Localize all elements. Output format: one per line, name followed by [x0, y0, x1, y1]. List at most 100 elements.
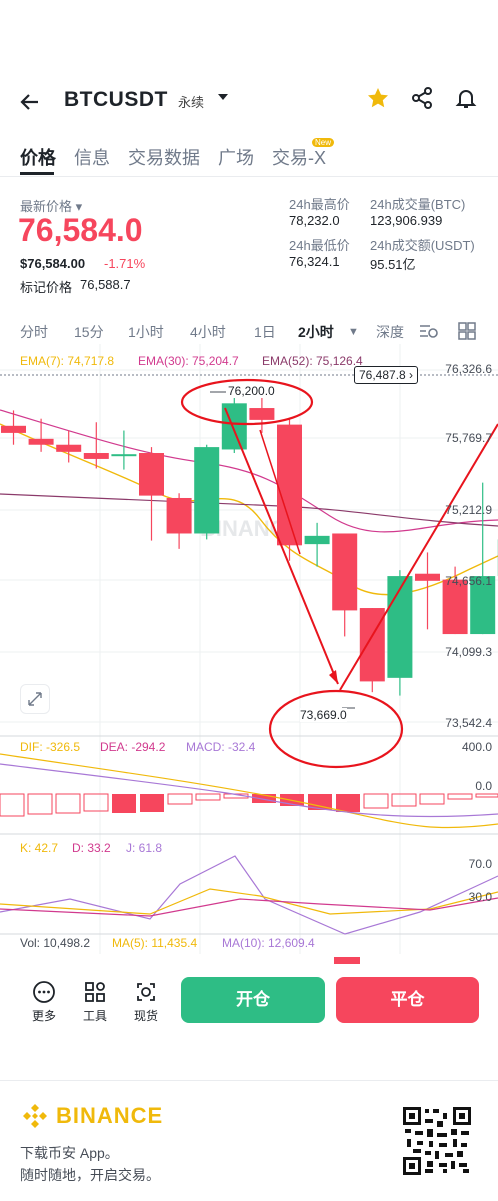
high-label: 24h最高价 — [289, 194, 350, 213]
back-button[interactable] — [18, 90, 42, 119]
last-price: 76,584.0 — [18, 212, 143, 249]
expand-icon — [21, 685, 49, 713]
footer-line-2: 随时随地，开启交易。 — [20, 1165, 160, 1185]
candle-body — [139, 453, 164, 496]
tools-label: 工具 — [77, 1007, 113, 1024]
interval-1h[interactable]: 1小时 — [128, 322, 164, 342]
symbol-title[interactable]: BTCUSDT — [64, 88, 168, 112]
interval-depth[interactable]: 深度 — [376, 322, 404, 342]
kdj-j: J: 61.8 — [126, 841, 162, 855]
action-bar: 更多 工具 现货 开仓 平仓 — [0, 974, 498, 1034]
interval-2h[interactable]: 2小时 — [298, 322, 334, 342]
price-axis-2: 75,769.7 — [445, 431, 492, 445]
high-value: 78,232.0 — [289, 213, 340, 228]
macd-axis-zero: 0.0 — [475, 779, 492, 793]
grid-layout-icon[interactable] — [458, 322, 476, 343]
vol-usdt-label: 24h成交额(USDT) — [370, 235, 475, 254]
macd-dea: DEA: -294.2 — [100, 740, 165, 754]
interval-4h[interactable]: 4小时 — [190, 322, 226, 342]
tools-icon — [83, 980, 107, 1004]
ema52-legend: EMA(52): 75,126.4 — [262, 354, 363, 368]
close-position-button[interactable]: 平仓 — [336, 977, 479, 1023]
star-icon[interactable] — [366, 86, 390, 115]
footer: BINANCE 下载币安 App。 随时随地，开启交易。 — [0, 1080, 498, 1201]
price-axis-4: 74,656.1 — [445, 574, 492, 588]
mark-price: 76,588.7 — [80, 277, 131, 292]
low-label: 24h最低价 — [289, 235, 350, 254]
tab-trade-x[interactable]: 交易-X — [272, 144, 326, 170]
candle-body — [167, 498, 192, 534]
macd-axis-top: 400.0 — [462, 740, 492, 754]
brand-name: BINANCE — [56, 1103, 163, 1129]
qr-code-icon[interactable] — [403, 1107, 471, 1175]
binance-logo — [20, 1101, 50, 1136]
candlestick-chart[interactable]: BINANCE — [0, 344, 498, 964]
candle-body — [194, 447, 219, 533]
fullscreen-button[interactable] — [20, 684, 50, 714]
candle-body — [29, 439, 54, 445]
header-bar: BTCUSDT 永续 — [0, 80, 498, 124]
volume-ma10: MA(10): 12,609.4 — [222, 936, 315, 950]
more-label: 更多 — [26, 1007, 62, 1024]
active-tab-indicator — [20, 172, 54, 175]
tab-trade-data[interactable]: 交易数据 — [128, 144, 200, 170]
candle-body — [332, 533, 357, 610]
high-annotation: 76,200.0 — [228, 384, 275, 398]
more-icon — [32, 980, 56, 1004]
chart-area[interactable]: BINANCE EMA(7): 74,717.8 EMA( — [0, 344, 498, 964]
vol-btc-label: 24h成交量(BTC) — [370, 194, 465, 213]
interval-timeline[interactable]: 分时 — [20, 322, 48, 342]
ema7-legend: EMA(7): 74,717.8 — [20, 354, 114, 368]
arrow-left-icon — [18, 90, 42, 114]
interval-1d[interactable]: 1日 — [254, 322, 276, 342]
share-icon[interactable] — [410, 86, 434, 115]
divider — [0, 176, 498, 177]
bell-icon[interactable] — [454, 86, 478, 115]
dif-line — [0, 764, 498, 817]
price-axis-6: 73,542.4 — [445, 716, 492, 730]
tab-square[interactable]: 广场 — [218, 144, 254, 170]
mark-price-label: 标记价格 — [20, 277, 72, 296]
interval-15m[interactable]: 15分 — [74, 322, 104, 342]
kdj-axis-bottom: 30.0 — [469, 890, 492, 904]
vol-usdt-value: 95.51亿 — [370, 254, 416, 273]
chevron-down-icon[interactable] — [216, 90, 230, 107]
candle-body — [277, 425, 302, 546]
ema30-line — [0, 410, 498, 532]
more-button[interactable]: 更多 — [26, 980, 62, 1024]
footer-line-1: 下载币安 App。 — [20, 1143, 119, 1163]
contract-type: 永续 — [178, 92, 204, 111]
indicator-settings-icon[interactable] — [418, 322, 440, 343]
ema30-legend: EMA(30): 75,204.7 — [138, 354, 239, 368]
candle-body — [84, 453, 109, 459]
volume-ma5: MA(5): 11,435.4 — [112, 936, 197, 950]
candle-body — [415, 574, 440, 581]
binance-logo-icon — [20, 1101, 50, 1131]
candle-body — [1, 426, 26, 433]
tab-price[interactable]: 价格 — [20, 144, 56, 170]
volume-bar — [334, 957, 360, 964]
change-percent: -1.71% — [104, 256, 145, 271]
candle-body — [387, 576, 412, 678]
volume-legend: Vol: 10,498.2 — [20, 936, 90, 950]
candle-body — [56, 445, 81, 452]
candle-body — [111, 454, 136, 456]
macd-value: MACD: -32.4 — [186, 740, 255, 754]
tools-button[interactable]: 工具 — [77, 980, 113, 1024]
price-axis-1: 76,326.6 — [445, 362, 492, 376]
spot-button[interactable]: 现货 — [128, 980, 164, 1024]
candle-body — [249, 408, 274, 420]
low-value: 76,324.1 — [289, 254, 340, 269]
interval-dropdown-icon[interactable]: ▼ — [348, 326, 359, 338]
usd-price: $76,584.00 — [20, 256, 85, 271]
price-axis-5: 74,099.3 — [445, 645, 492, 659]
kdj-d: D: 33.2 — [72, 841, 111, 855]
open-position-button[interactable]: 开仓 — [181, 977, 325, 1023]
macd-dif: DIF: -326.5 — [20, 740, 80, 754]
annotation-circle-low — [270, 691, 402, 767]
new-badge: New — [312, 138, 334, 147]
tab-info[interactable]: 信息 — [74, 144, 110, 170]
spot-icon — [134, 980, 158, 1004]
current-price-tag[interactable]: 76,487.8 › — [354, 366, 418, 384]
kdj-axis-top: 70.0 — [469, 857, 492, 871]
